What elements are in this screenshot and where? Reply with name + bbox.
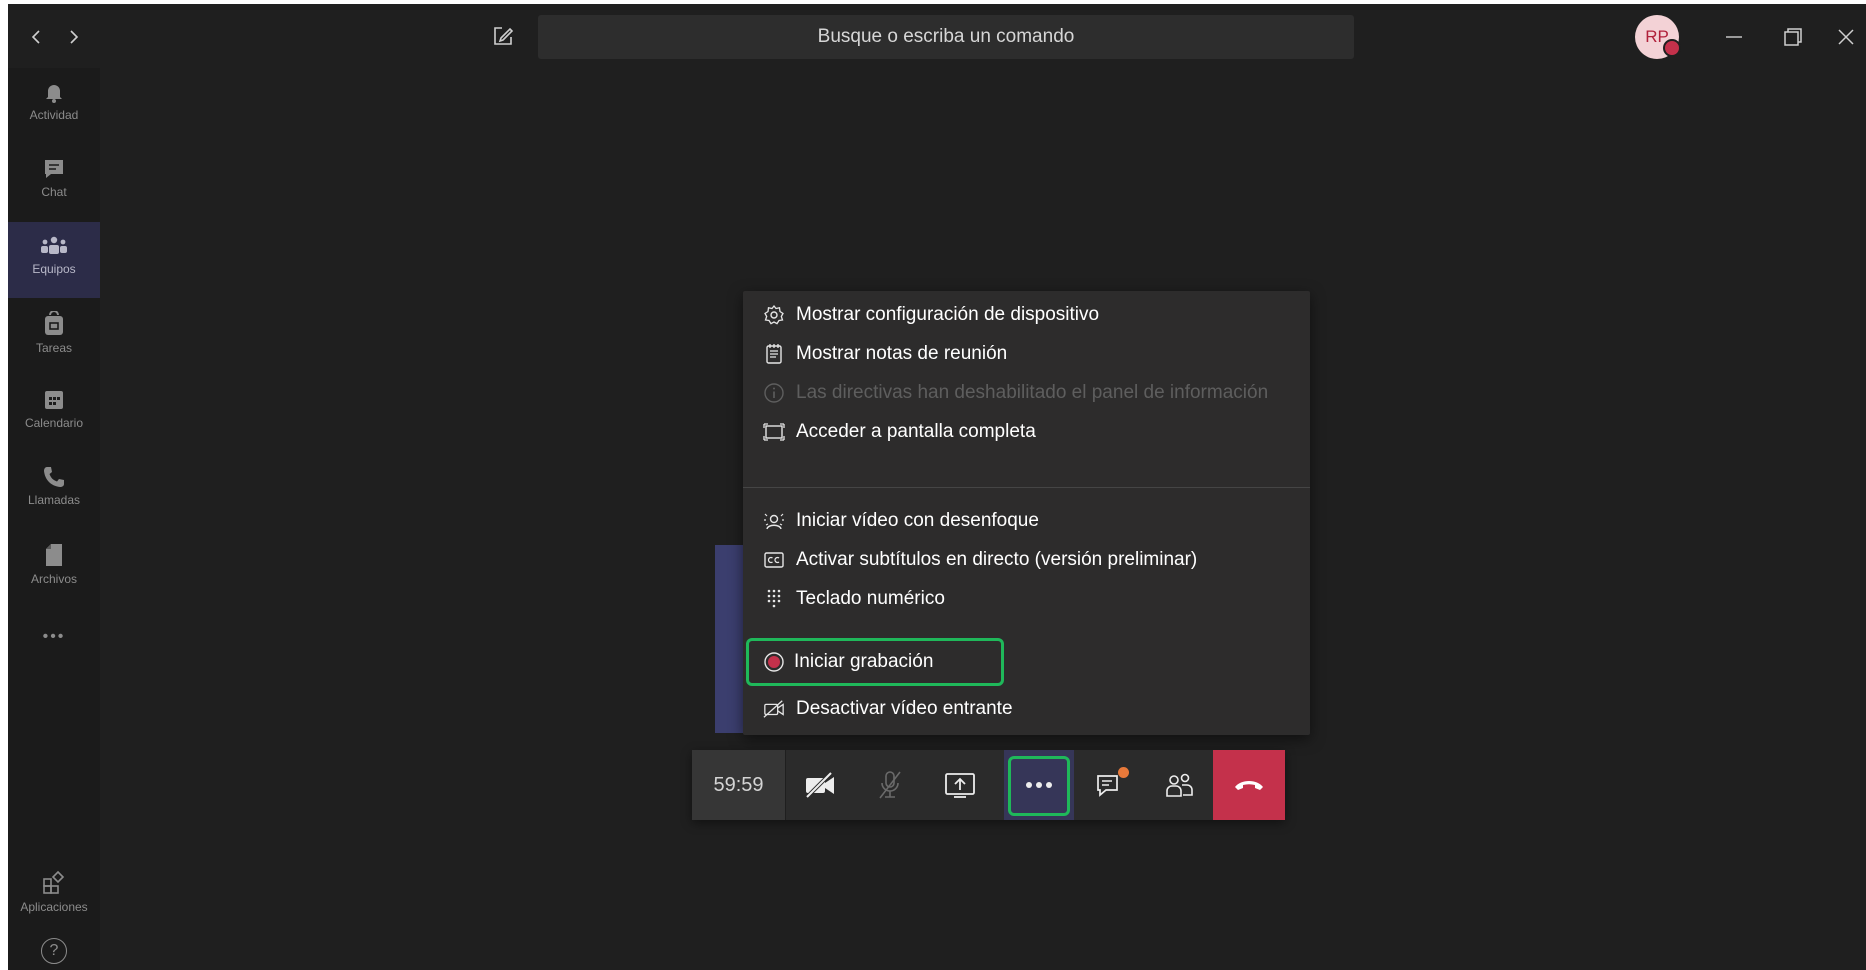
more-apps-icon: •••	[42, 628, 66, 645]
menu-item-label: Mostrar configuración de dispositivo	[796, 304, 1100, 325]
rail-item-aplicaciones[interactable]: Aplicaciones	[8, 858, 100, 934]
record-icon	[763, 651, 785, 673]
rail-item-llamadas[interactable]: Llamadas	[8, 453, 100, 529]
teams-icon	[41, 236, 67, 254]
notes-icon	[763, 343, 785, 365]
chevron-right-icon	[70, 30, 79, 44]
rail-item-label: Aplicaciones	[20, 900, 88, 914]
menu-item-meeting-notes[interactable]: Mostrar notas de reunión	[743, 333, 1310, 375]
rail-item-label: Calendario	[24, 416, 84, 430]
help-icon: ?	[49, 942, 59, 959]
camera-toggle-button[interactable]	[785, 750, 855, 820]
menu-item-disable-incoming-video[interactable]: Desactivar vídeo entrante	[743, 688, 1310, 730]
fullscreen-icon	[763, 421, 785, 443]
rail-more-button[interactable]: •••	[8, 620, 100, 660]
restore-icon	[1784, 28, 1802, 46]
rail-item-calendario[interactable]: Calendario	[8, 376, 100, 452]
rail-item-equipos[interactable]: Equipos	[8, 222, 100, 298]
rail-item-label: Equipos	[32, 262, 76, 276]
rail-item-label: Actividad	[29, 108, 79, 122]
menu-item-fullscreen[interactable]: Acceder a pantalla completa	[743, 411, 1310, 453]
menu-item-label: Las directivas han deshabilitado el pane…	[796, 382, 1269, 403]
close-icon	[1838, 29, 1854, 45]
menu-item-live-captions[interactable]: Activar subtítulos en directo (versión p…	[743, 539, 1310, 581]
menu-item-blur-video[interactable]: Iniciar vídeo con desenfoque	[743, 500, 1310, 542]
call-controls-bar: 59:59	[692, 750, 1285, 820]
rail-item-tareas[interactable]: Tareas	[8, 299, 100, 375]
rail-item-label: Llamadas	[27, 493, 81, 507]
participant-video-tile	[715, 545, 743, 733]
captions-icon	[763, 549, 785, 571]
menu-divider	[743, 487, 1310, 488]
chat-icon	[45, 160, 63, 178]
menu-item-start-recording[interactable]: Iniciar grabación	[743, 641, 1310, 683]
menu-item-label: Activar subtítulos en directo (versión p…	[796, 549, 1198, 570]
menu-item-dialpad[interactable]: Teclado numérico	[743, 578, 1310, 620]
title-bar: Busque o escriba un comando RP	[8, 4, 1866, 68]
compose-icon	[494, 27, 514, 45]
help-button[interactable]: ?	[41, 938, 67, 964]
menu-item-label: Iniciar vídeo con desenfoque	[796, 510, 1039, 531]
menu-item-device-settings[interactable]: Mostrar configuración de dispositivo	[743, 294, 1310, 336]
menu-item-label: Iniciar grabación	[794, 651, 934, 672]
new-chat-button[interactable]	[490, 23, 518, 51]
restore-button[interactable]	[1776, 22, 1810, 52]
teams-window: Busque o escriba un comando RP Actividad	[8, 4, 1866, 970]
show-conversation-button[interactable]	[1074, 750, 1144, 820]
file-icon	[46, 544, 62, 566]
bell-icon	[46, 85, 62, 103]
close-button[interactable]	[1829, 22, 1863, 52]
rail-item-label: Tareas	[35, 341, 73, 355]
menu-item-info-panel-disabled: Las directivas han deshabilitado el pane…	[743, 372, 1310, 414]
apps-icon	[43, 870, 65, 894]
more-button-highlight-box	[1008, 756, 1070, 816]
gear-icon	[763, 304, 785, 326]
info-icon	[763, 382, 785, 404]
rail-item-chat[interactable]: Chat	[8, 145, 100, 221]
unread-badge	[1118, 767, 1129, 778]
minimize-button[interactable]	[1717, 22, 1751, 52]
rail-item-actividad[interactable]: Actividad	[8, 68, 100, 144]
share-screen-button[interactable]	[925, 750, 995, 820]
dialpad-icon	[763, 588, 785, 610]
show-participants-button[interactable]	[1144, 750, 1214, 820]
forward-button[interactable]	[60, 22, 88, 52]
presence-busy-icon	[1663, 39, 1681, 57]
search-placeholder: Busque o escriba un comando	[817, 26, 1075, 47]
mic-off-icon	[879, 771, 901, 799]
call-timer: 59:59	[692, 750, 786, 820]
rail-item-archivos[interactable]: Archivos	[8, 530, 100, 606]
app-rail: Actividad Chat Equipos Tareas Calendario…	[8, 68, 100, 970]
rail-item-label: Archivos	[30, 572, 77, 586]
menu-item-label: Teclado numérico	[796, 588, 945, 609]
participants-icon	[1166, 773, 1193, 797]
avatar[interactable]: RP	[1635, 15, 1681, 59]
rail-item-label: Chat	[41, 185, 67, 199]
menu-item-label: Mostrar notas de reunión	[796, 343, 1008, 364]
phone-icon	[44, 467, 64, 487]
menu-item-label: Acceder a pantalla completa	[796, 421, 1036, 442]
hang-up-button[interactable]	[1213, 750, 1285, 820]
hang-up-icon	[1235, 781, 1263, 790]
search-input[interactable]: Busque o escriba un comando	[538, 15, 1354, 59]
camera-off-icon	[805, 772, 834, 798]
back-button[interactable]	[22, 22, 50, 52]
chevron-left-icon	[31, 30, 40, 44]
blur-icon	[763, 510, 785, 532]
share-screen-icon	[945, 773, 975, 798]
minimize-icon	[1726, 36, 1742, 38]
mic-toggle-button[interactable]	[855, 750, 925, 820]
video-off-icon	[763, 698, 785, 720]
more-actions-menu: Mostrar configuración de dispositivo Mos…	[743, 291, 1310, 735]
tasks-icon	[45, 311, 63, 335]
calendar-icon	[45, 391, 63, 409]
menu-item-label: Desactivar vídeo entrante	[796, 698, 1013, 719]
